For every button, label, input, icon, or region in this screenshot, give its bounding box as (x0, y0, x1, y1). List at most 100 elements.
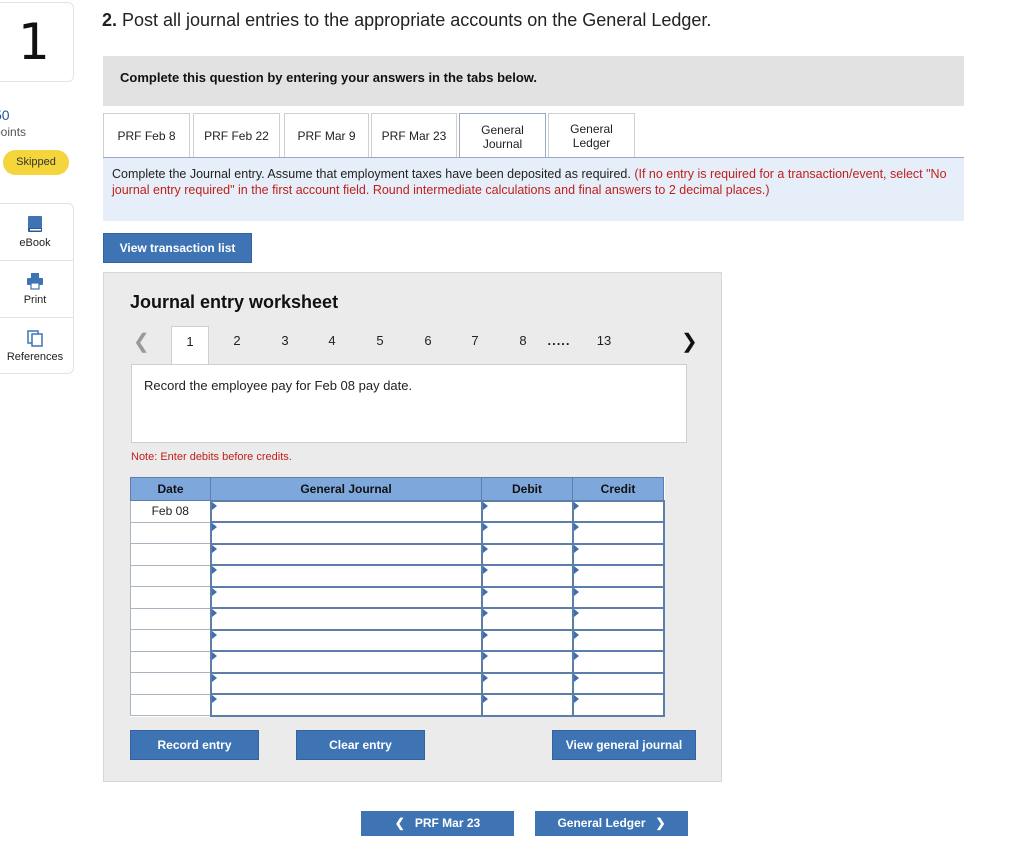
date-cell[interactable] (130, 543, 211, 566)
debit-input[interactable] (480, 693, 574, 717)
next-entry-arrow[interactable]: ❯ (681, 329, 698, 354)
page-6[interactable]: 6 (409, 326, 447, 364)
dropdown-marker-icon (573, 630, 579, 639)
debit-input[interactable] (480, 542, 574, 566)
dropdown-marker-icon (482, 652, 488, 660)
dropdown-marker-icon (573, 609, 579, 617)
tab-prf-mar-9[interactable]: PRF Mar 9 (284, 113, 369, 158)
page-4[interactable]: 4 (313, 326, 351, 364)
credit-input[interactable] (571, 585, 665, 609)
status-badge: Skipped (3, 150, 69, 175)
account-input[interactable] (209, 628, 483, 652)
dropdown-marker-icon (573, 566, 579, 574)
debit-input[interactable] (480, 521, 574, 545)
date-cell[interactable] (130, 672, 211, 695)
page-13[interactable]: 13 (585, 326, 623, 364)
instruction-text: Complete this question by entering your … (120, 70, 538, 85)
journal-entry-worksheet: Journal entry worksheet ❮ 1 2 3 4 5 6 7 … (103, 272, 722, 782)
credit-input[interactable] (571, 499, 665, 523)
date-cell[interactable] (130, 521, 211, 544)
debit-input[interactable] (480, 628, 574, 652)
dropdown-marker-icon (482, 673, 488, 682)
page-3[interactable]: 3 (266, 326, 304, 364)
debit-input[interactable] (480, 499, 574, 523)
credit-input[interactable] (571, 607, 665, 631)
account-input[interactable] (209, 542, 483, 566)
page-5[interactable]: 5 (361, 326, 399, 364)
entry-note: Note: Enter debits before credits. (131, 451, 292, 463)
header-debit: Debit (481, 477, 573, 501)
account-input[interactable] (209, 650, 483, 674)
dropdown-marker-icon (482, 609, 488, 617)
table-row (130, 521, 665, 545)
print-button[interactable]: Print (0, 272, 74, 306)
tab-prf-feb-8[interactable]: PRF Feb 8 (103, 113, 190, 158)
view-transaction-list-button[interactable]: View transaction list (103, 233, 252, 263)
dropdown-marker-icon (573, 587, 579, 596)
dropdown-marker-icon (211, 652, 217, 660)
dropdown-marker-icon (211, 695, 217, 703)
debit-input[interactable] (480, 650, 574, 674)
ebook-label: eBook (19, 237, 51, 249)
date-cell[interactable] (130, 650, 211, 673)
credit-input[interactable] (571, 671, 665, 695)
table-row (130, 671, 665, 695)
account-input[interactable] (209, 671, 483, 695)
page-1[interactable]: 1 (171, 326, 209, 365)
account-input[interactable] (209, 693, 483, 717)
references-button[interactable]: References (0, 329, 74, 363)
page-2[interactable]: 2 (218, 326, 256, 364)
account-input[interactable] (209, 499, 483, 523)
record-entry-button[interactable]: Record entry (130, 730, 259, 760)
dropdown-marker-icon (573, 501, 579, 510)
question-title-text: Post all journal entries to the appropri… (117, 10, 712, 30)
debit-input[interactable] (480, 607, 574, 631)
credit-input[interactable] (571, 521, 665, 545)
tab-prf-feb-22[interactable]: PRF Feb 22 (193, 113, 280, 158)
account-input[interactable] (209, 521, 483, 545)
tab-general-journal[interactable]: General Journal (459, 113, 546, 159)
date-cell[interactable] (130, 564, 211, 587)
table-header-row: Date General Journal Debit Credit (130, 477, 664, 501)
table-row (130, 564, 665, 588)
date-cell[interactable] (130, 629, 211, 652)
journal-entry-table: Date General Journal Debit Credit Feb 08 (130, 477, 665, 717)
tab-prf-mar-23[interactable]: PRF Mar 23 (371, 113, 457, 158)
ebook-button[interactable]: eBook (0, 215, 74, 249)
next-tab-label: General Ledger (557, 816, 646, 830)
dropdown-marker-icon (211, 630, 217, 639)
clear-entry-button[interactable]: Clear entry (296, 730, 425, 760)
account-input[interactable] (209, 607, 483, 631)
book-icon (28, 216, 42, 232)
transaction-description: Record the employee pay for Feb 08 pay d… (144, 378, 413, 393)
credit-input[interactable] (571, 542, 665, 566)
dropdown-marker-icon (482, 544, 488, 553)
prev-tab-button[interactable]: ❮ PRF Mar 23 (361, 811, 514, 836)
date-cell[interactable]: Feb 08 (130, 500, 211, 523)
debit-input[interactable] (480, 585, 574, 609)
references-label: References (6, 351, 64, 363)
dropdown-marker-icon (211, 501, 217, 510)
debit-input[interactable] (480, 564, 574, 588)
table-row (130, 585, 665, 609)
tab-label: General Ledger (570, 122, 613, 150)
credit-input[interactable] (571, 693, 665, 717)
page-7[interactable]: 7 (456, 326, 494, 364)
dropdown-marker-icon (573, 652, 579, 660)
account-input[interactable] (209, 564, 483, 588)
directions-panel: Complete the Journal entry. Assume that … (103, 158, 964, 221)
next-tab-button[interactable]: General Ledger ❯ (535, 811, 688, 836)
dropdown-marker-icon (482, 587, 488, 596)
date-cell[interactable] (130, 607, 211, 630)
date-cell[interactable] (130, 693, 211, 716)
debit-input[interactable] (480, 671, 574, 695)
date-cell[interactable] (130, 586, 211, 609)
view-general-journal-button[interactable]: View general journal (552, 730, 696, 760)
points-value: 50 (0, 107, 10, 123)
credit-input[interactable] (571, 628, 665, 652)
tab-general-ledger[interactable]: General Ledger (548, 113, 635, 158)
account-input[interactable] (209, 585, 483, 609)
prev-entry-arrow[interactable]: ❮ (133, 329, 150, 354)
credit-input[interactable] (571, 564, 665, 588)
credit-input[interactable] (571, 650, 665, 674)
